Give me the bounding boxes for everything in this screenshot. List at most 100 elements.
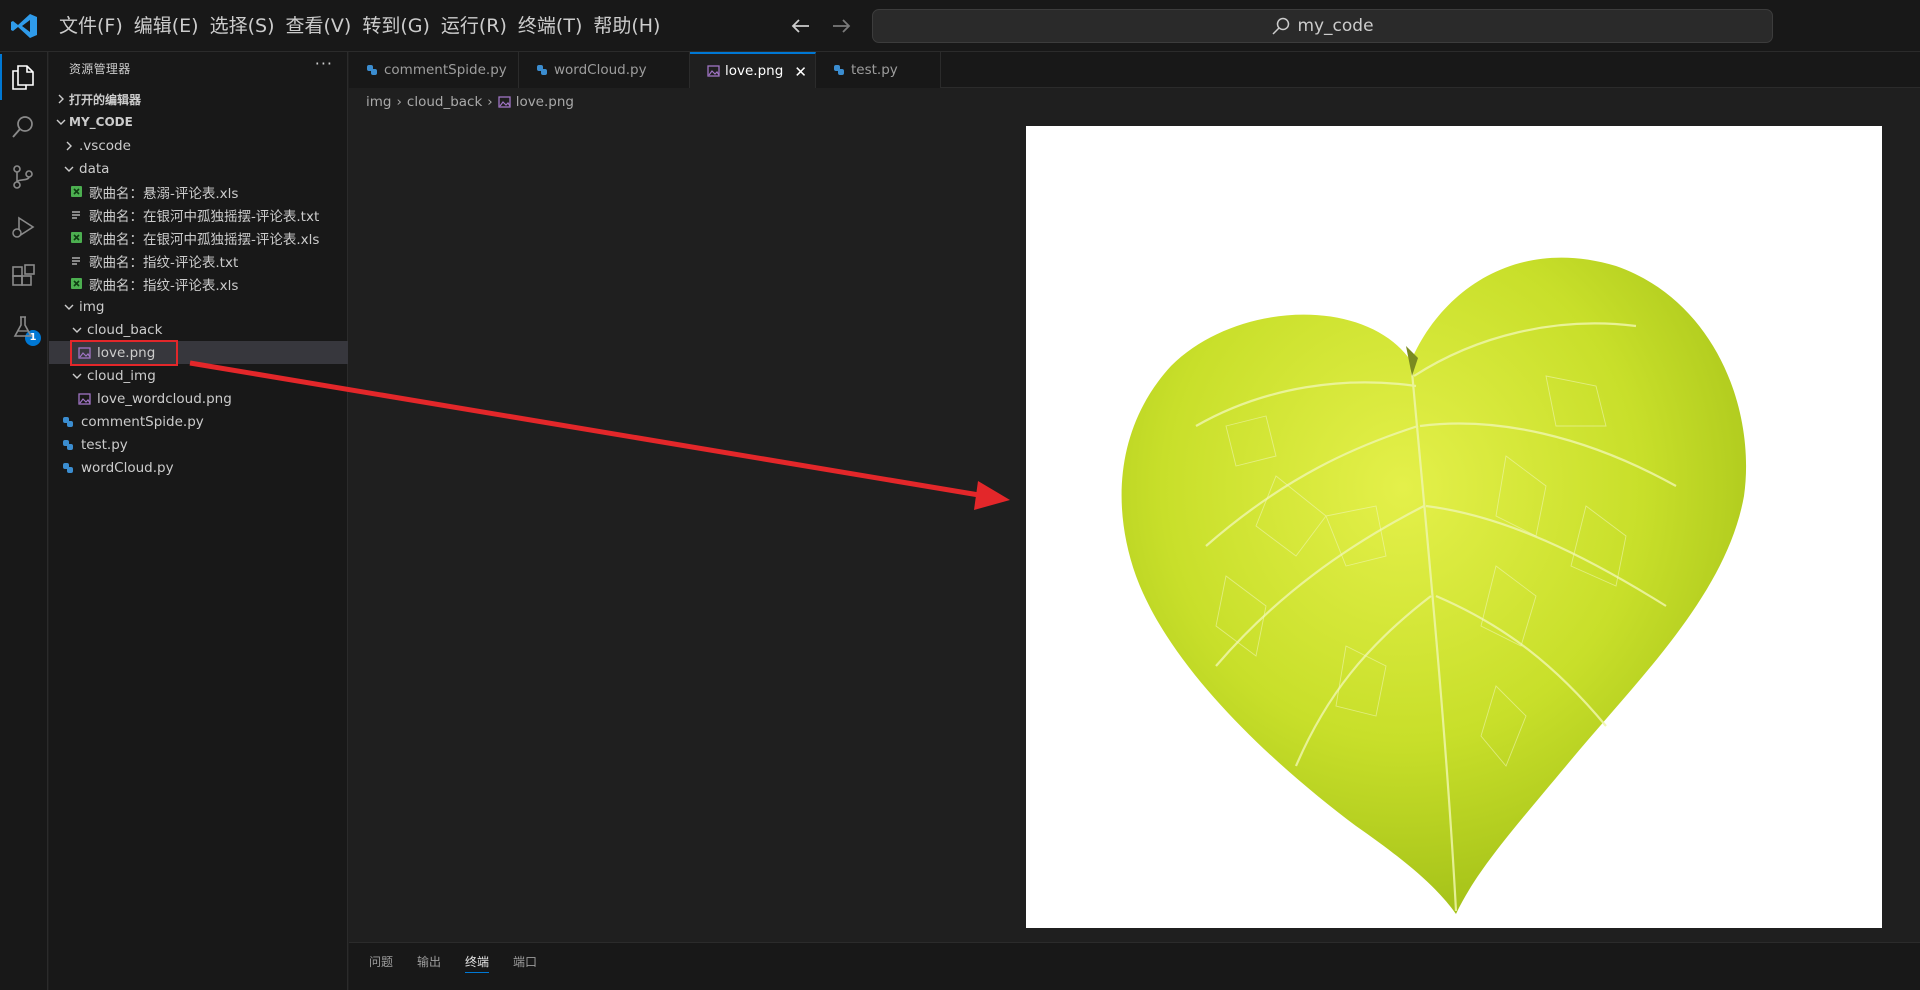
annotation-highlight-box bbox=[70, 340, 178, 366]
back-arrow-icon[interactable] bbox=[788, 13, 814, 39]
tree-file[interactable]: test.py bbox=[49, 433, 348, 456]
tree-item-label: 歌曲名：指纹-评论表.xls bbox=[89, 277, 239, 294]
tree-item-label: cloud_img bbox=[87, 367, 156, 384]
tree-item-label: cloud_back bbox=[87, 321, 163, 338]
image-file-icon bbox=[498, 95, 512, 109]
tab-label: commentSpide.py bbox=[384, 62, 507, 78]
explorer-title: 资源管理器 bbox=[69, 62, 131, 76]
panel-tab-terminal[interactable]: 终端 bbox=[465, 953, 490, 973]
tree-file[interactable]: 歌曲名：指纹-评论表.xls bbox=[49, 272, 348, 295]
tree-file[interactable]: 歌曲名：指纹-评论表.txt bbox=[49, 249, 348, 272]
panel-tab-output[interactable]: 输出 bbox=[417, 953, 441, 973]
activity-bar: 1 bbox=[0, 52, 48, 990]
chevron-down-icon bbox=[69, 368, 85, 384]
python-file-icon bbox=[832, 63, 846, 77]
text-file-icon bbox=[69, 254, 83, 268]
python-file-icon bbox=[61, 461, 75, 475]
tree-folder[interactable]: cloud_img bbox=[49, 364, 348, 387]
tree-item-label: 歌曲名：在银河中孤独摇摆-评论表.xls bbox=[89, 231, 320, 248]
close-icon[interactable]: ✕ bbox=[794, 63, 807, 81]
python-file-icon bbox=[61, 415, 75, 429]
tree-item-label: wordCloud.py bbox=[81, 459, 174, 476]
image-preview[interactable] bbox=[1026, 126, 1882, 928]
tree-file[interactable]: 歌曲名：悬溺-评论表.xls bbox=[49, 180, 348, 203]
tree-folder[interactable]: img bbox=[49, 295, 348, 318]
run-debug-icon[interactable] bbox=[8, 212, 38, 242]
tree-item-label: 歌曲名：在银河中孤独摇摆-评论表.txt bbox=[89, 208, 320, 225]
extensions-icon[interactable] bbox=[8, 262, 38, 292]
image-file-icon bbox=[77, 392, 91, 406]
tree-file[interactable]: commentSpide.py bbox=[49, 410, 348, 433]
excel-file-icon bbox=[69, 231, 83, 245]
tree-item-label: 歌曲名：指纹-评论表.txt bbox=[89, 254, 239, 271]
tab-wordcloud[interactable]: wordCloud.py bbox=[519, 52, 690, 88]
title-bar: 文件(F) 编辑(E) 选择(S) 查看(V) 转到(G) 运行(R) 终端(T… bbox=[0, 0, 1920, 52]
excel-file-icon bbox=[69, 185, 83, 199]
python-file-icon bbox=[535, 63, 549, 77]
breadcrumb-item[interactable]: love.png bbox=[516, 94, 574, 110]
excel-file-icon bbox=[69, 277, 83, 291]
search-text: my_code bbox=[1297, 16, 1374, 36]
open-editors-section[interactable]: 打开的编辑器 bbox=[49, 88, 348, 110]
menu-selection[interactable]: 选择(S) bbox=[205, 0, 280, 52]
vscode-logo-icon bbox=[11, 14, 37, 38]
breadcrumb: img › cloud_back › love.png bbox=[366, 92, 574, 112]
tree-folder[interactable]: .vscode bbox=[49, 134, 348, 157]
tab-test[interactable]: test.py bbox=[816, 52, 941, 88]
breadcrumb-item[interactable]: img bbox=[366, 94, 391, 110]
search-view-icon[interactable] bbox=[8, 112, 38, 142]
tree-item-label: img bbox=[79, 298, 105, 315]
explorer-more-actions[interactable]: ··· bbox=[315, 54, 333, 73]
active-indicator bbox=[0, 54, 2, 100]
menu-go[interactable]: 转到(G) bbox=[357, 0, 435, 52]
tab-label: wordCloud.py bbox=[554, 62, 647, 78]
tree-item-label: .vscode bbox=[79, 137, 131, 154]
tree-file[interactable]: 歌曲名：在银河中孤独摇摆-评论表.xls bbox=[49, 226, 348, 249]
tree-folder[interactable]: cloud_back bbox=[49, 318, 348, 341]
search-icon bbox=[1272, 17, 1290, 35]
menu-file[interactable]: 文件(F) bbox=[54, 0, 128, 52]
menu-bar: 文件(F) 编辑(E) 选择(S) 查看(V) 转到(G) 运行(R) 终端(T… bbox=[54, 0, 666, 52]
panel-tab-problems[interactable]: 问题 bbox=[369, 953, 393, 973]
open-editors-label: 打开的编辑器 bbox=[69, 92, 142, 107]
tree-item-label: love_wordcloud.png bbox=[97, 390, 232, 407]
command-center-search[interactable]: my_code bbox=[872, 9, 1773, 43]
chevron-right-icon: › bbox=[396, 94, 402, 110]
tree-folder[interactable]: data bbox=[49, 157, 348, 180]
tree-item-label: data bbox=[79, 160, 110, 177]
bottom-panel: 问题 输出 终端 端口 bbox=[349, 942, 1920, 990]
editor-tabs: commentSpide.py wordCloud.py love.png ✕ … bbox=[349, 52, 1920, 88]
workspace-folder-label: MY_CODE bbox=[69, 115, 133, 129]
workspace-folder-section[interactable]: MY_CODE bbox=[49, 111, 348, 133]
menu-help[interactable]: 帮助(H) bbox=[588, 0, 665, 52]
tree-file[interactable]: love_wordcloud.png bbox=[49, 387, 348, 410]
breadcrumb-item[interactable]: cloud_back bbox=[407, 94, 482, 110]
chevron-down-icon bbox=[61, 299, 77, 315]
explorer-sidebar: 资源管理器 ··· 打开的编辑器 MY_CODE .vscode data 歌曲名：… bbox=[49, 52, 348, 990]
tree-item-label: commentSpide.py bbox=[81, 413, 204, 430]
forward-arrow-icon[interactable] bbox=[828, 13, 854, 39]
menu-view[interactable]: 查看(V) bbox=[281, 0, 357, 52]
menu-edit[interactable]: 编辑(E) bbox=[129, 0, 204, 52]
explorer-icon[interactable] bbox=[8, 62, 38, 92]
menu-terminal[interactable]: 终端(T) bbox=[513, 0, 587, 52]
testing-icon[interactable] bbox=[8, 312, 38, 342]
source-control-icon[interactable] bbox=[8, 162, 38, 192]
python-file-icon bbox=[61, 438, 75, 452]
tree-file[interactable]: wordCloud.py bbox=[49, 456, 348, 479]
chevron-down-icon bbox=[69, 322, 85, 338]
python-file-icon bbox=[365, 63, 379, 77]
tab-commentspide[interactable]: commentSpide.py bbox=[349, 52, 519, 88]
heart-leaf-image bbox=[1121, 257, 1747, 914]
chevron-right-icon: › bbox=[487, 94, 493, 110]
image-file-icon bbox=[706, 64, 720, 78]
tree-file[interactable]: 歌曲名：在银河中孤独摇摆-评论表.txt bbox=[49, 203, 348, 226]
panel-tab-ports[interactable]: 端口 bbox=[513, 953, 537, 973]
tab-label: test.py bbox=[851, 62, 898, 78]
chevron-down-icon bbox=[53, 114, 69, 130]
menu-run[interactable]: 运行(R) bbox=[436, 0, 512, 52]
tab-love-png[interactable]: love.png ✕ bbox=[690, 52, 816, 88]
chevron-down-icon bbox=[61, 161, 77, 177]
chevron-right-icon bbox=[61, 138, 77, 154]
chevron-right-icon bbox=[53, 91, 69, 107]
